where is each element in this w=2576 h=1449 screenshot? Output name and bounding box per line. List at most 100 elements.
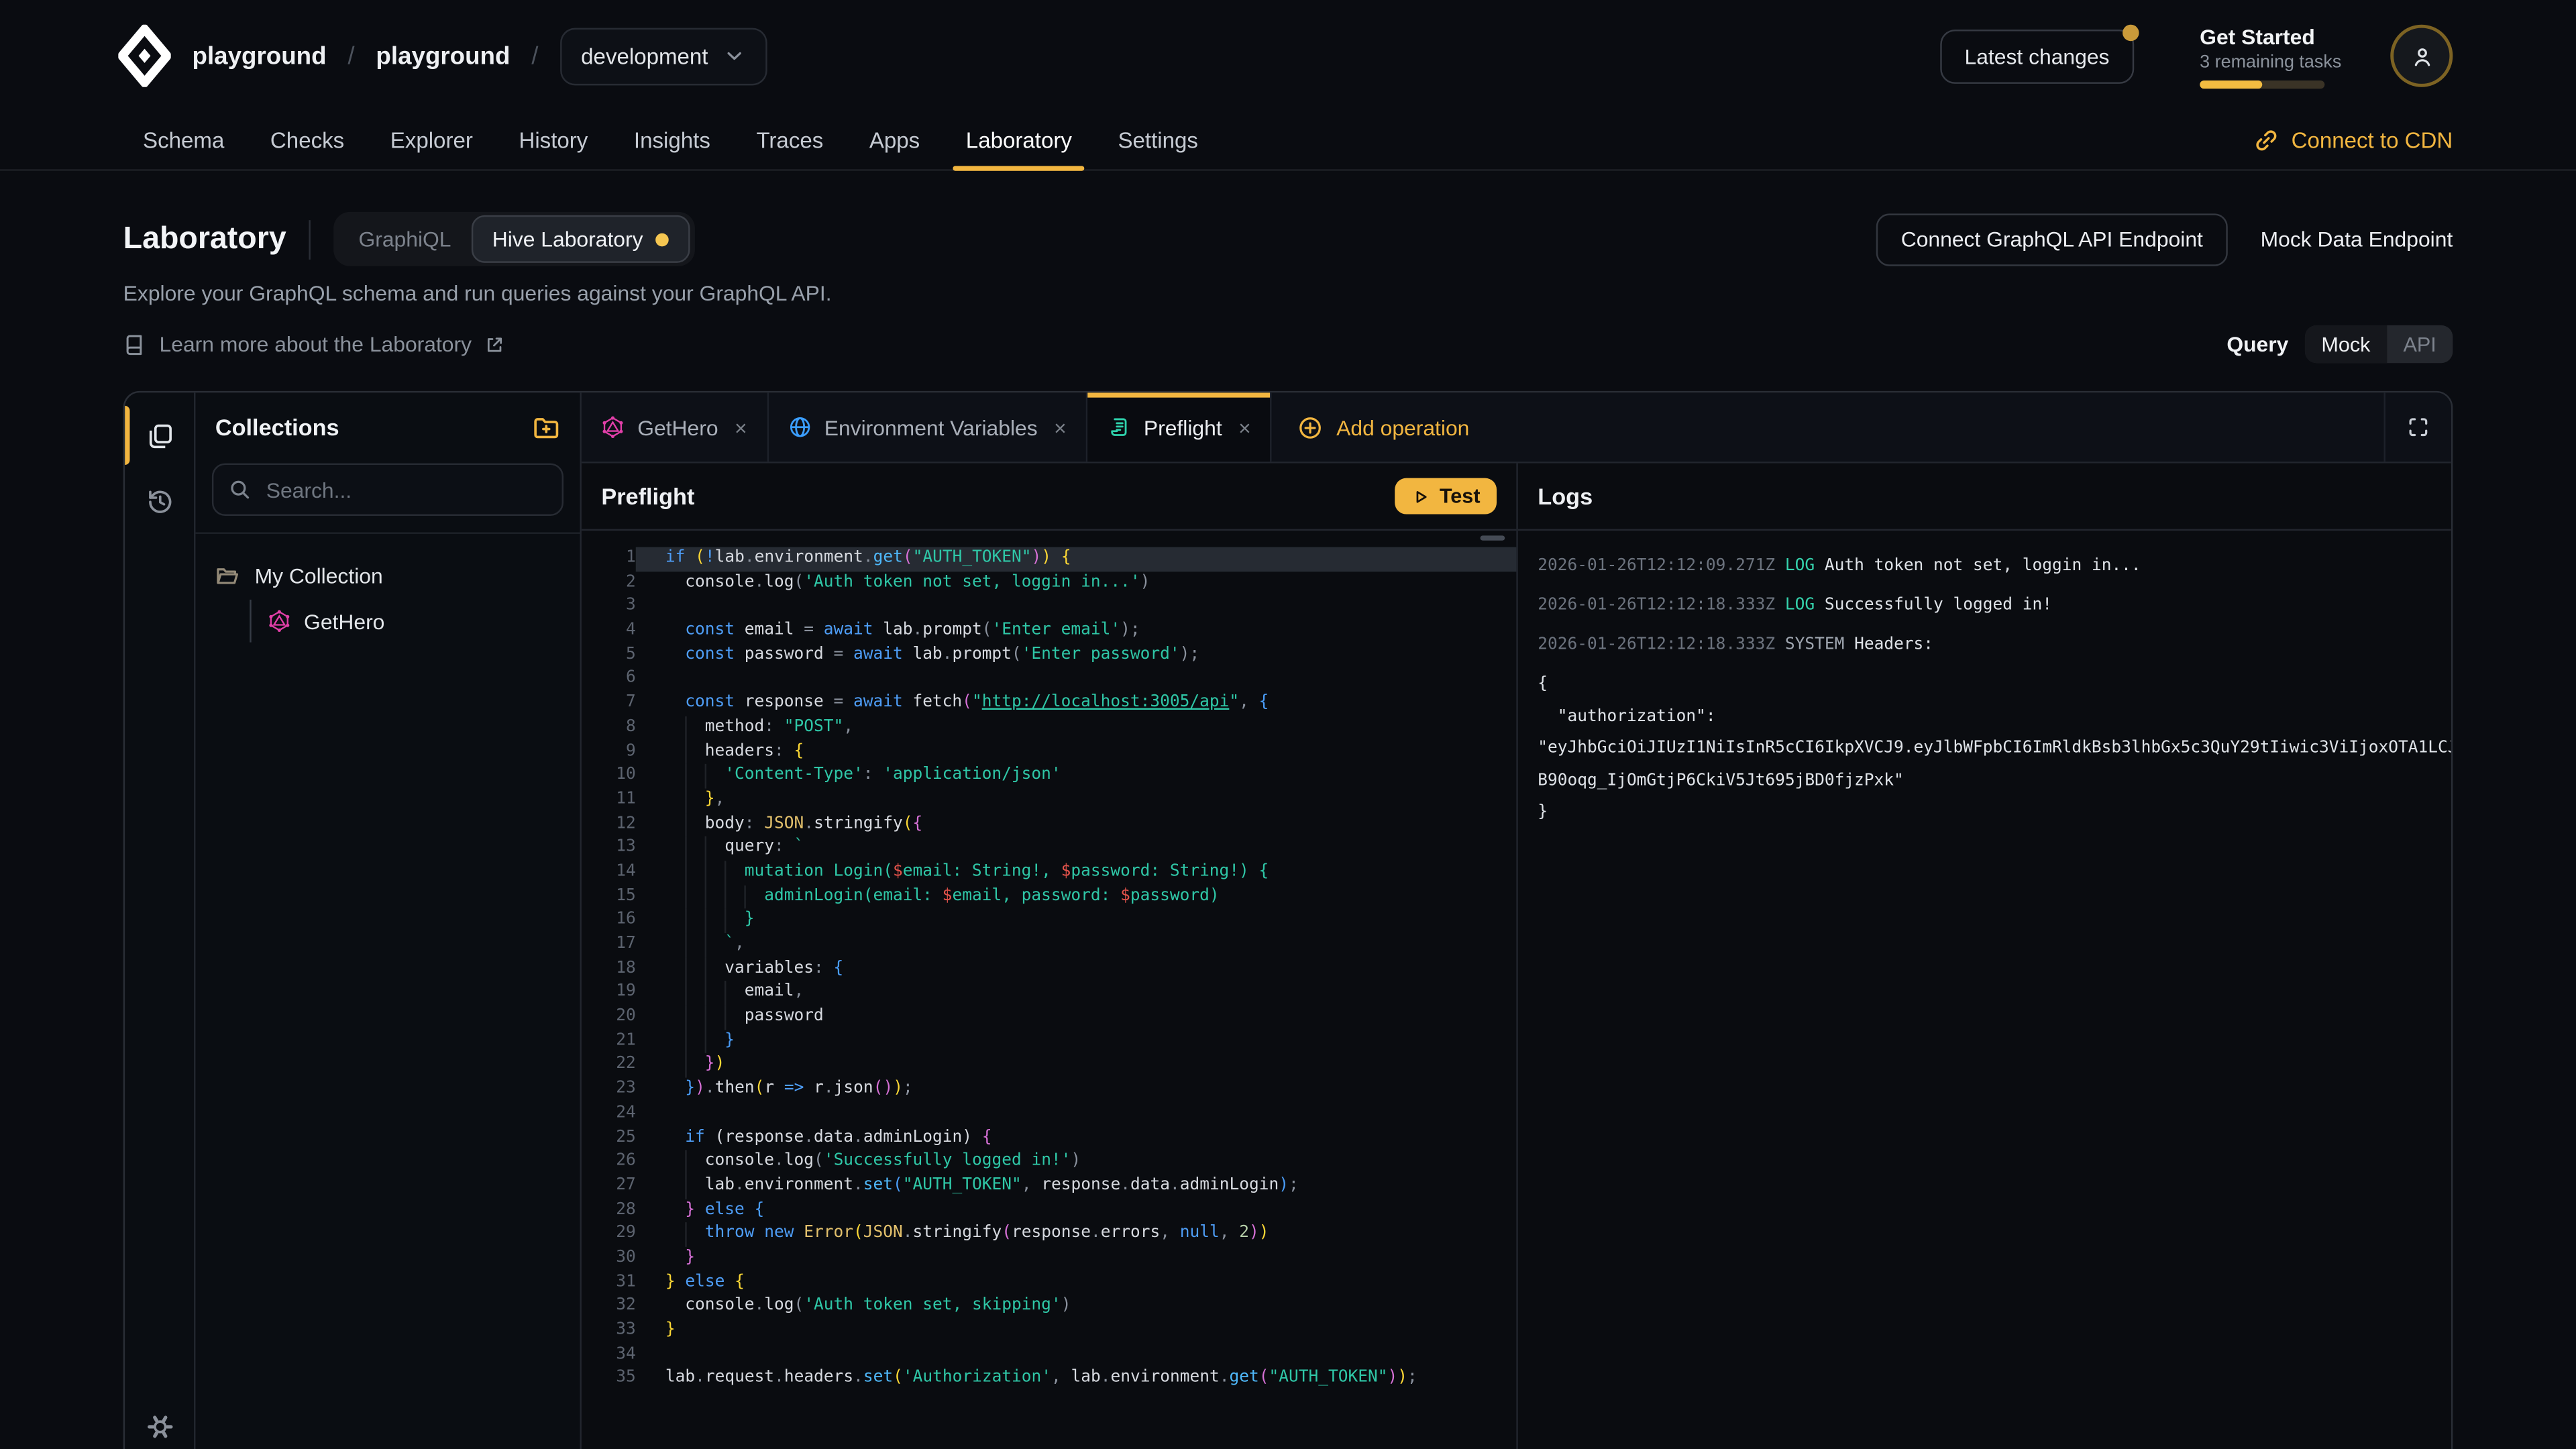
plus-circle-icon xyxy=(1299,415,1324,439)
tab-label: Preflight xyxy=(1144,415,1222,439)
code-line[interactable]: 35lab.request.headers.set('Authorization… xyxy=(582,1367,1516,1391)
target-select[interactable]: development xyxy=(559,27,767,85)
get-started-widget[interactable]: Get Started 3 remaining tasks xyxy=(2200,24,2324,89)
nav-tab-traces[interactable]: Traces xyxy=(753,112,827,170)
code-line-content: }, xyxy=(636,788,1517,812)
tab-preflight[interactable]: Preflight × xyxy=(1088,392,1273,462)
tab-environment-variables[interactable]: Environment Variables× xyxy=(768,392,1087,462)
breadcrumb-project[interactable]: playground xyxy=(376,42,510,70)
indent-guide xyxy=(685,981,686,1006)
log-timestamp: 2026-01-26T12:12:18.333Z xyxy=(1538,596,1785,614)
toggle-graphiql[interactable]: GraphiQL xyxy=(339,217,471,261)
code-line[interactable]: 17`, xyxy=(582,933,1516,957)
code-line[interactable]: 11}, xyxy=(582,788,1516,812)
code-line[interactable]: 24 xyxy=(582,1102,1516,1126)
nav-tab-apps[interactable]: Apps xyxy=(866,112,923,170)
code-line[interactable]: 22}) xyxy=(582,1054,1516,1078)
code-line-content: body: JSON.stringify({ xyxy=(636,812,1517,837)
code-line[interactable]: 18variables: { xyxy=(582,957,1516,981)
code-line[interactable]: 6 xyxy=(582,667,1516,692)
search-box[interactable] xyxy=(212,464,564,516)
code-line[interactable]: 21} xyxy=(582,1030,1516,1054)
mock-endpoint-button[interactable]: Mock Data Endpoint xyxy=(2261,227,2453,252)
nav-tab-explorer[interactable]: Explorer xyxy=(387,112,476,170)
code-line[interactable]: 23}).then(r => r.json()); xyxy=(582,1078,1516,1102)
code-line-content: 'Content-Type': 'application/json' xyxy=(636,764,1517,788)
code-line[interactable]: 31} else { xyxy=(582,1271,1516,1295)
tree-folder-my-collection[interactable]: My Collection xyxy=(215,555,560,595)
nav-tab-history[interactable]: History xyxy=(516,112,592,170)
mode-segment-mock[interactable]: Mock xyxy=(2305,325,2387,363)
line-number: 35 xyxy=(582,1367,636,1391)
code-line[interactable]: 33} xyxy=(582,1320,1516,1344)
code-line[interactable]: 9headers: { xyxy=(582,740,1516,764)
add-operation-tab[interactable]: Add operation xyxy=(1273,392,1496,462)
fullscreen-button[interactable] xyxy=(2383,392,2451,462)
code-line[interactable]: 26console.log('Successfully logged in!') xyxy=(582,1150,1516,1175)
avatar[interactable] xyxy=(2390,25,2453,87)
close-icon[interactable]: × xyxy=(1238,415,1251,439)
code-line[interactable]: 25if (response.data.adminLogin) { xyxy=(582,1126,1516,1150)
connect-endpoint-button[interactable]: Connect GraphQL API Endpoint xyxy=(1876,213,2228,265)
code-line[interactable]: 28} else { xyxy=(582,1199,1516,1223)
page-title: Laboratory xyxy=(123,221,286,257)
rail-history-button[interactable] xyxy=(138,480,181,523)
latest-changes-button[interactable]: Latest changes xyxy=(1940,29,2134,83)
code-line[interactable]: 13query: ` xyxy=(582,837,1516,861)
code-editor[interactable]: 1if (!lab.environment.get("AUTH_TOKEN"))… xyxy=(582,531,1516,1449)
code-line[interactable]: 3 xyxy=(582,595,1516,619)
rail-settings-button[interactable] xyxy=(138,1405,181,1448)
code-line[interactable]: 34 xyxy=(582,1344,1516,1368)
view-toggle[interactable]: GraphiQL Hive Laboratory xyxy=(334,212,696,266)
nav-tab-settings[interactable]: Settings xyxy=(1115,112,1201,170)
rail-collections-button[interactable] xyxy=(138,414,181,457)
code-line[interactable]: 20password xyxy=(582,1006,1516,1030)
logs-panel: Logs 2026-01-26T12:12:09.271Z LOG Auth t… xyxy=(1518,464,2451,1449)
nav-tab-schema[interactable]: Schema xyxy=(140,112,227,170)
log-level: SYSTEM xyxy=(1785,636,1854,654)
code-line[interactable]: 29throw new Error(JSON.stringify(respons… xyxy=(582,1223,1516,1247)
chevron-down-icon xyxy=(723,44,746,67)
code-line-content: mutation Login($email: String!, $passwor… xyxy=(636,861,1517,885)
code-line[interactable]: 5const password = await lab.prompt('Ente… xyxy=(582,643,1516,667)
breadcrumb-org[interactable]: playground xyxy=(193,42,327,70)
hive-logo-icon[interactable] xyxy=(118,25,170,87)
code-line[interactable]: 12body: JSON.stringify({ xyxy=(582,812,1516,837)
line-number: 11 xyxy=(582,788,636,812)
search-input[interactable] xyxy=(263,476,547,504)
code-line[interactable]: 32console.log('Auth token set, skipping'… xyxy=(582,1295,1516,1320)
code-line[interactable]: 19email, xyxy=(582,981,1516,1006)
code-line[interactable]: 8method: "POST", xyxy=(582,716,1516,740)
tree-operation-gethero[interactable]: GetHero xyxy=(268,600,560,643)
code-line[interactable]: 30} xyxy=(582,1247,1516,1271)
code-line[interactable]: 16} xyxy=(582,909,1516,933)
indent-guide xyxy=(685,1150,686,1175)
close-icon[interactable]: × xyxy=(1054,415,1067,439)
nav-tab-checks[interactable]: Checks xyxy=(267,112,347,170)
toggle-hive-laboratory[interactable]: Hive Laboratory xyxy=(471,215,691,263)
nav-tab-insights[interactable]: Insights xyxy=(631,112,714,170)
mode-segment-api[interactable]: API xyxy=(2387,325,2453,363)
new-folder-button[interactable] xyxy=(532,413,560,441)
code-line[interactable]: 10'Content-Type': 'application/json' xyxy=(582,764,1516,788)
learn-more-link[interactable]: Learn more about the Laboratory xyxy=(123,332,504,357)
code-line[interactable]: 15adminLogin(email: $email, password: $p… xyxy=(582,885,1516,909)
code-line[interactable]: 27lab.environment.set("AUTH_TOKEN", resp… xyxy=(582,1175,1516,1199)
code-line[interactable]: 1if (!lab.environment.get("AUTH_TOKEN"))… xyxy=(582,547,1516,572)
tab-gethero[interactable]: GetHero× xyxy=(582,392,769,462)
lab-panel: Collections xyxy=(123,391,2453,1449)
code-line-content: throw new Error(JSON.stringify(response.… xyxy=(636,1223,1517,1247)
scrollbar-thumb[interactable] xyxy=(1481,535,1505,540)
close-icon[interactable]: × xyxy=(735,415,747,439)
notification-dot xyxy=(2123,24,2139,40)
connect-cdn-link[interactable]: Connect to CDN xyxy=(2253,112,2453,170)
laboratory-header: Laboratory GraphiQL Hive Laboratory Conn… xyxy=(0,171,2576,364)
code-line[interactable]: 4const email = await lab.prompt('Enter e… xyxy=(582,619,1516,643)
code-line-content xyxy=(636,1344,1517,1368)
nav-tab-laboratory[interactable]: Laboratory xyxy=(963,112,1075,170)
code-line-content: console.log('Auth token not set, loggin … xyxy=(636,571,1517,595)
code-line[interactable]: 2console.log('Auth token not set, loggin… xyxy=(582,571,1516,595)
code-line[interactable]: 7const response = await fetch("http://lo… xyxy=(582,692,1516,716)
code-line[interactable]: 14mutation Login($email: String!, $passw… xyxy=(582,861,1516,885)
test-button[interactable]: Test xyxy=(1395,478,1497,515)
